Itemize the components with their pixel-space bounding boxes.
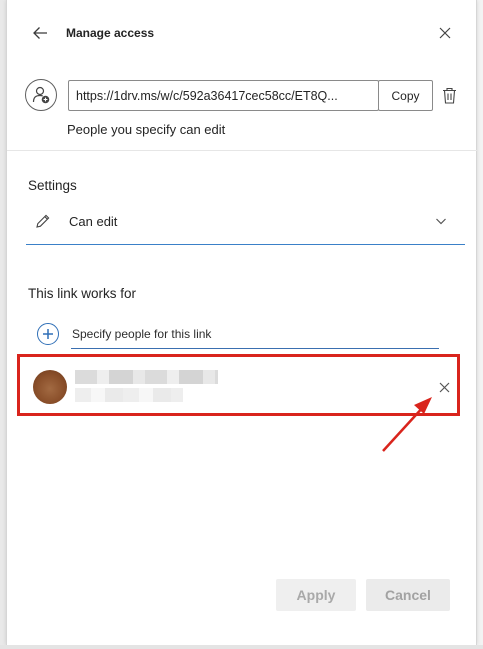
arrow-left-icon — [33, 27, 47, 39]
annotation-highlight-box — [17, 354, 460, 416]
cancel-button[interactable]: Cancel — [366, 579, 450, 611]
permission-dropdown[interactable]: Can edit — [26, 205, 465, 245]
share-link-field[interactable]: https://1drv.ms/w/c/592a36417cec58cc/ET8… — [68, 80, 379, 111]
specify-people-input[interactable] — [71, 319, 439, 349]
background-edge-bottom — [0, 645, 483, 649]
link-permission-description: People you specify can edit — [67, 122, 226, 137]
apply-button[interactable]: Apply — [276, 579, 356, 611]
permission-label: Can edit — [69, 214, 118, 229]
manage-access-panel: Manage access https://1drv.ms/w/c/592a36… — [6, 0, 478, 645]
section-divider — [7, 150, 478, 151]
link-settings-icon — [32, 86, 50, 104]
trash-icon — [442, 87, 456, 104]
copy-button[interactable]: Copy — [378, 80, 433, 111]
chevron-down-icon — [436, 218, 446, 225]
delete-link-button[interactable] — [439, 84, 459, 106]
panel-title: Manage access — [66, 26, 155, 40]
close-icon — [439, 27, 451, 39]
settings-heading: Settings — [28, 178, 77, 193]
close-button[interactable] — [435, 23, 455, 43]
add-person-button[interactable] — [37, 323, 59, 345]
link-works-for-heading: This link works for — [28, 286, 137, 301]
back-button[interactable] — [29, 22, 51, 44]
add-icon — [43, 329, 53, 339]
link-settings-icon-button[interactable] — [25, 79, 57, 111]
pencil-icon — [36, 214, 50, 228]
